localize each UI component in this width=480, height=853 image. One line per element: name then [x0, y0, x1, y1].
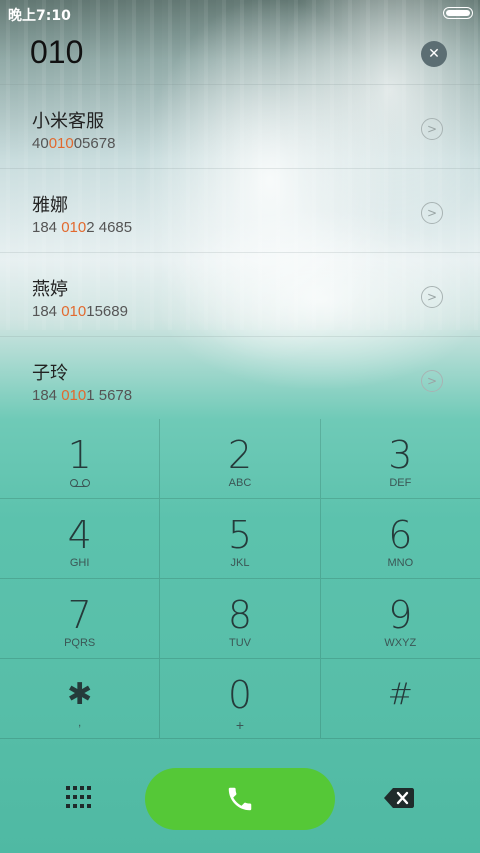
contact-name: 燕婷 [32, 279, 68, 300]
contact-result-item[interactable]: 小米客服 4001005678 > [0, 84, 480, 168]
dialed-number-display[interactable]: 010 [30, 34, 83, 71]
key-digit: 8 [227, 593, 253, 637]
status-time: 晚上7:10 [8, 8, 71, 24]
dialpad-icon[interactable] [66, 786, 92, 810]
number-match-highlight: 010 [61, 303, 87, 320]
clear-input-button[interactable]: ✕ [421, 41, 447, 67]
key-letters: DEF [389, 477, 412, 489]
contact-result-item[interactable]: 子玲 184 0101 5678 > [0, 336, 480, 420]
chevron-right-icon: > [426, 122, 438, 136]
contact-result-item[interactable]: 雅娜 184 0102 4685 > [0, 168, 480, 252]
key-digit: 1 [67, 433, 92, 477]
battery-icon [443, 7, 473, 19]
number-suffix: 05678 [73, 135, 116, 152]
contact-detail-button[interactable]: > [421, 370, 443, 392]
key-4[interactable]: 4 GHI [0, 499, 161, 579]
key-letters: + [235, 717, 245, 733]
number-suffix: 2 4685 [86, 219, 133, 236]
key-digit: 2 [227, 433, 253, 477]
contact-name: 雅娜 [32, 195, 68, 216]
number-match-highlight: 010 [48, 135, 74, 152]
number-match-highlight: 010 [61, 219, 87, 236]
key-letters: GHI [69, 557, 90, 569]
key-6[interactable]: 6 MNO [320, 499, 480, 579]
contact-number: 184 0102 4685 [32, 219, 132, 236]
contact-number: 4001005678 [32, 135, 115, 152]
contact-number: 184 01015689 [32, 303, 128, 320]
key-digit: 9 [388, 593, 413, 637]
key-letters: WXYZ [384, 637, 417, 649]
call-button[interactable] [145, 768, 335, 830]
key-1[interactable]: 1 [0, 419, 161, 499]
key-2[interactable]: 2 ABC [160, 419, 321, 499]
key-letters: ABC [228, 477, 252, 489]
key-digit: 0 [227, 673, 253, 717]
key-digit: 5 [227, 513, 253, 557]
contact-detail-button[interactable]: > [421, 286, 443, 308]
phone-icon [228, 787, 252, 811]
number-prefix: 184 [32, 303, 62, 320]
key-digit: 7 [67, 593, 92, 637]
contact-detail-button[interactable]: > [421, 202, 443, 224]
bottom-action-bar [0, 760, 480, 840]
key-7[interactable]: 7 PQRS [0, 579, 161, 659]
key-star[interactable]: ✱ , [0, 659, 161, 739]
number-prefix: 40 [32, 135, 49, 152]
dial-keypad: 1 2 ABC 3 DEF 4 GHI 5 JKL 6 MNO 7 PQRS 8… [0, 419, 480, 739]
contact-name: 小米客服 [32, 111, 104, 132]
key-digit: 3 [388, 433, 413, 477]
key-hash[interactable]: # [320, 659, 480, 739]
number-prefix: 184 [32, 219, 62, 236]
key-digit: 4 [67, 513, 92, 557]
contact-number: 184 0101 5678 [32, 387, 132, 404]
key-0[interactable]: 0 + [160, 659, 321, 739]
voicemail-icon [69, 479, 90, 487]
contact-result-item[interactable]: 燕婷 184 01015689 > [0, 252, 480, 336]
key-letters: TUV [228, 637, 251, 649]
chevron-right-icon: > [426, 206, 438, 220]
number-suffix: 1 5678 [86, 387, 133, 404]
key-digit: # [387, 677, 413, 712]
contact-results-list: 小米客服 4001005678 > 雅娜 184 0102 4685 > 燕婷 … [0, 84, 480, 420]
key-3[interactable]: 3 DEF [320, 419, 480, 499]
close-icon: ✕ [428, 46, 440, 62]
chevron-right-icon: > [426, 290, 438, 304]
key-letters: , [78, 717, 82, 729]
contact-name: 子玲 [32, 363, 68, 384]
key-letters: JKL [230, 557, 250, 569]
chevron-right-icon: > [426, 374, 438, 388]
key-5[interactable]: 5 JKL [160, 499, 321, 579]
number-prefix: 184 [32, 387, 62, 404]
status-bar: 晚上7:10 [0, 0, 480, 28]
key-digit: ✱ [67, 677, 93, 712]
number-suffix: 15689 [86, 303, 128, 320]
backspace-button[interactable] [384, 787, 414, 809]
key-digit: 6 [388, 513, 413, 557]
key-letters: PQRS [64, 637, 96, 649]
number-match-highlight: 010 [61, 387, 87, 404]
backspace-icon [384, 788, 414, 808]
contact-detail-button[interactable]: > [421, 118, 443, 140]
key-8[interactable]: 8 TUV [160, 579, 321, 659]
key-letters: MNO [387, 557, 414, 569]
key-9[interactable]: 9 WXYZ [320, 579, 480, 659]
